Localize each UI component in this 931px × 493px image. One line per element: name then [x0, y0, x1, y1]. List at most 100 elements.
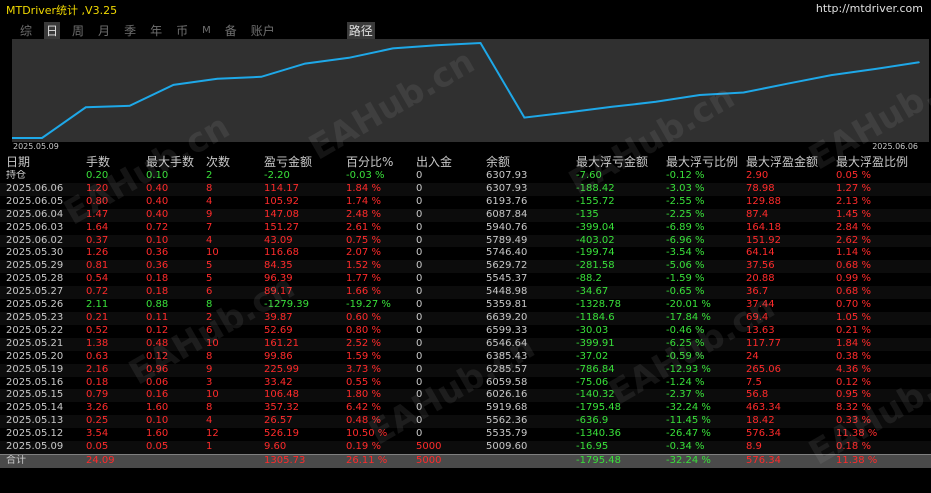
table-cell: 2.84 % [836, 221, 931, 235]
table-cell: 1.84 % [346, 182, 416, 196]
table-cell: 0.48 % [346, 415, 416, 429]
table-row[interactable]: 2025.06.02 0.37 0.10 4 43.09 0.75 % 0 5789.49 -4… [0, 234, 931, 248]
table-cell: 0.10 [146, 170, 206, 183]
table-cell: 4 [206, 195, 264, 209]
table-cell: 1305.73 [264, 453, 346, 468]
column-header[interactable]: 余额 [486, 155, 576, 170]
equity-point-4 [216, 77, 219, 80]
table-cell: 147.08 [264, 208, 346, 222]
table-cell: 96.39 [264, 273, 346, 287]
table-cell: 39.87 [264, 311, 346, 325]
table-row[interactable]: 2025.05.30 1.26 0.36 10 116.68 2.07 % 0 5746.40… [0, 247, 931, 261]
tab-10[interactable]: 路径 [346, 21, 375, 39]
table-cell: 8 [206, 182, 264, 196]
table-cell [146, 453, 206, 468]
table-cell: 5448.98 [486, 286, 576, 300]
table-cell: 8.9 [746, 441, 836, 455]
table-cell: 6307.93 [486, 170, 576, 183]
holding-row[interactable]: 持仓 0.20 0.10 2 -2.20 -0.03 % 0 6307.93 -7.60 -0.1… [0, 170, 931, 183]
table-row[interactable]: 2025.05.15 0.79 0.16 10 106.48 1.80 % 0 6026.16… [0, 389, 931, 403]
column-header[interactable]: 次数 [206, 155, 264, 170]
table-cell: 10.50 % [346, 428, 416, 442]
table-cell: 576.34 [746, 428, 836, 442]
table-cell: 2.62 % [836, 234, 931, 248]
column-header[interactable]: 最大浮亏比例 [666, 155, 746, 170]
column-header[interactable]: 日期 [0, 155, 86, 170]
equity-point-15 [699, 94, 701, 96]
tab-1[interactable]: 日 [44, 21, 61, 39]
tab-8[interactable]: 备 [223, 22, 239, 39]
table-row[interactable]: 2025.05.14 3.26 1.60 8 357.32 6.42 % 0 5919.68-… [0, 402, 931, 416]
total-row[interactable]: 合计 24.09 1305.73 26.11 % 5000 -1795.48 -32.24 … [0, 453, 931, 468]
table-row[interactable]: 2025.05.28 0.54 0.18 5 96.39 1.77 % 0 5545.37 -8… [0, 273, 931, 287]
table-cell: 0 [416, 428, 486, 442]
table-row[interactable]: 2025.05.21 1.38 0.48 10 161.21 2.52 % 0 6546.64… [0, 337, 931, 351]
table-cell: -6.96 % [666, 234, 746, 248]
table-cell: 106.48 [264, 389, 346, 403]
table-row[interactable]: 2025.05.23 0.21 0.11 2 39.87 0.60 % 0 6639.20 -1… [0, 311, 931, 325]
table-cell: 0.20 [86, 170, 146, 183]
table-cell: 0.68 % [836, 260, 931, 274]
tab-2[interactable]: 周 [70, 22, 86, 39]
table-cell: 5562.36 [486, 415, 576, 429]
table-cell: 0.60 % [346, 311, 416, 325]
column-header[interactable]: 最大浮盈金额 [746, 155, 836, 170]
tab-6[interactable]: 币 [174, 22, 190, 39]
table-cell: 5789.49 [486, 234, 576, 248]
table-row[interactable]: 2025.05.13 0.25 0.10 4 26.57 0.48 % 0 5562.36 -6… [0, 415, 931, 429]
table-row[interactable]: 2025.06.06 1.20 0.40 8 114.17 1.84 % 0 6307.93-… [0, 182, 931, 196]
table-cell: 0.80 % [346, 324, 416, 338]
column-header[interactable]: 最大浮盈比例 [836, 155, 931, 170]
table-cell: 84.35 [264, 260, 346, 274]
table-cell: 5000 [416, 441, 486, 455]
tab-9[interactable]: 账户 [249, 22, 277, 39]
table-cell: 5359.81 [486, 299, 576, 312]
table-row[interactable]: 2025.06.03 1.64 0.72 7 151.27 2.61 % 0 5940.76-… [0, 221, 931, 235]
tab-7[interactable]: M [200, 25, 213, 36]
tab-4[interactable]: 季 [122, 22, 138, 39]
table-cell: 2025.06.04 [0, 208, 86, 222]
table-row[interactable]: 2025.06.04 1.47 0.40 9 147.08 2.48 % 0 6087.84-… [0, 208, 931, 222]
table-cell: 0.99 % [836, 273, 931, 287]
table-cell: 2025.05.27 [0, 286, 86, 300]
table-row[interactable]: 2025.05.20 0.63 0.12 8 99.86 1.59 % 0 6385.43 -3… [0, 350, 931, 364]
column-header[interactable]: 盈亏金额 [264, 155, 346, 170]
table-row[interactable]: 2025.05.19 2.16 0.96 9 225.99 3.73 % 0 6285.57-… [0, 363, 931, 377]
table-row[interactable]: 2025.05.12 3.54 1.60 12 526.19 10.50 % 0 5535.7… [0, 428, 931, 442]
website-link[interactable]: http://mtdriver.com [816, 2, 923, 15]
table-cell: 2025.06.06 [0, 182, 86, 196]
table-cell: 0.88 [146, 299, 206, 312]
table-cell: 0.48 [146, 337, 206, 351]
table-cell: -636.9 [576, 415, 666, 429]
table-cell: 6087.84 [486, 208, 576, 222]
table-row[interactable]: 2025.05.29 0.81 0.36 5 84.35 1.52 % 0 5629.72 -2… [0, 260, 931, 274]
table-row[interactable]: 2025.05.09 0.05 0.05 1 9.60 0.19 % 5000 5009.60… [0, 441, 931, 455]
table-cell: 0.21 [86, 311, 146, 325]
table-cell: 0.81 [86, 260, 146, 274]
table-cell: 10 [206, 247, 264, 261]
table-cell: 3.54 [86, 428, 146, 442]
table-cell: 8 [206, 402, 264, 416]
table-cell: 2025.05.19 [0, 363, 86, 377]
table-cell: 2025.05.13 [0, 415, 86, 429]
table-row[interactable]: 2025.05.26 2.11 0.88 8 -1279.39 -19.27 % 0 5359… [0, 299, 931, 312]
table-cell: 87.4 [746, 208, 836, 222]
table-row[interactable]: 2025.05.22 0.52 0.12 6 52.69 0.80 % 0 6599.33 -3… [0, 324, 931, 338]
table-cell: 0.37 [86, 234, 146, 248]
table-row[interactable]: 2025.05.27 0.72 0.18 6 89.17 1.66 % 0 5448.98 -3… [0, 286, 931, 300]
column-header[interactable]: 最大手数 [146, 155, 206, 170]
column-header[interactable]: 百分比% [346, 155, 416, 170]
table-cell: 6639.20 [486, 311, 576, 325]
tab-5[interactable]: 年 [148, 22, 164, 39]
column-header[interactable]: 出入金 [416, 155, 486, 170]
table-row[interactable]: 2025.06.05 0.80 0.40 4 105.92 1.74 % 0 6193.76-… [0, 195, 931, 209]
tab-0[interactable]: 综 [18, 22, 34, 39]
table-row[interactable]: 2025.05.16 0.18 0.06 3 33.42 0.55 % 0 6059.58 -7… [0, 376, 931, 390]
equity-point-12 [567, 111, 569, 114]
table-cell: 6059.58 [486, 376, 576, 390]
tab-3[interactable]: 月 [96, 22, 112, 39]
column-header[interactable]: 最大浮亏金额 [576, 155, 666, 170]
column-header[interactable]: 手数 [86, 155, 146, 170]
app-title: MTDriver统计 ,V3.25 [6, 4, 118, 17]
table-cell: 0.12 [146, 324, 206, 338]
